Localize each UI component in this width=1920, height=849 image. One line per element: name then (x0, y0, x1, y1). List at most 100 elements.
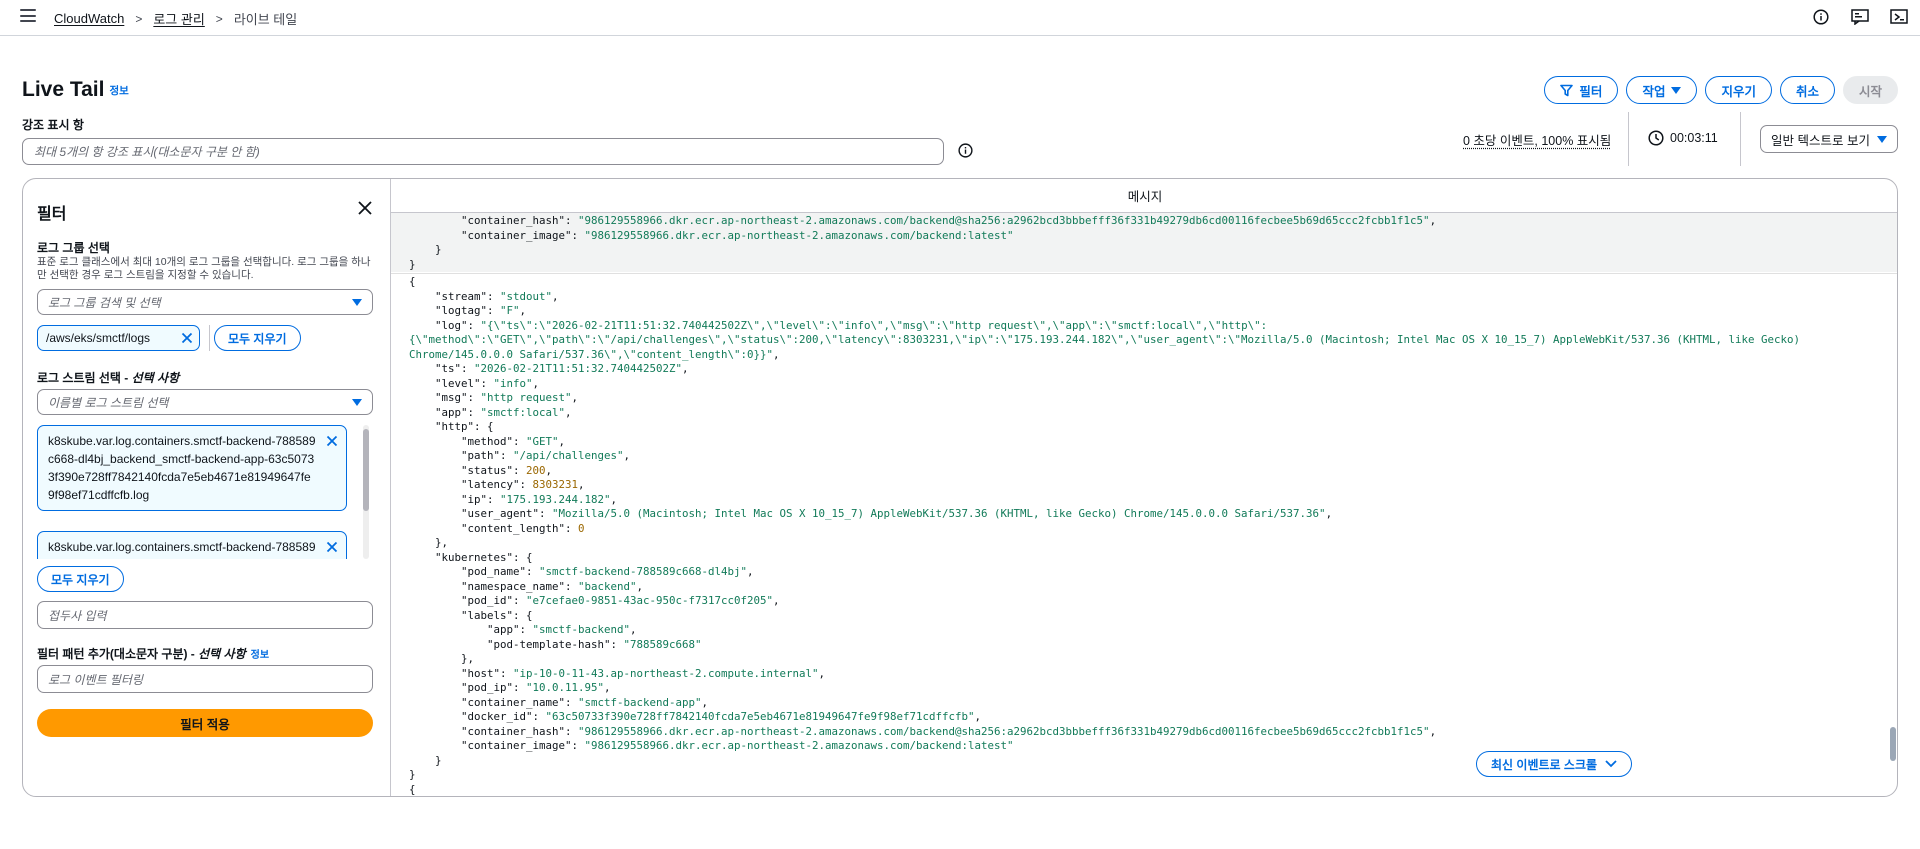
elapsed-timer: 00:03:11 (1648, 130, 1718, 146)
log-value: "/api/challenges" (513, 449, 624, 462)
preferences-icon[interactable] (1890, 8, 1908, 26)
status-divider (1740, 112, 1741, 166)
log-value: "175.193.244.182" (500, 492, 611, 506)
optional-text: 선택 사항 (131, 371, 180, 385)
log-stream-label: 로그 스트림 선택 - 선택 사항 (37, 369, 179, 386)
filter-button-label: 필터 (1579, 84, 1603, 99)
apply-filter-button[interactable]: 필터 적용 (37, 709, 373, 737)
start-button-label: 시작 (1858, 84, 1882, 99)
header-actions: 필터 작업 지우기 취소 시작 (1544, 76, 1898, 104)
filter-button[interactable]: 필터 (1544, 76, 1619, 104)
log-group-placeholder: 로그 그룹 검색 및 선택 (48, 295, 161, 310)
log-pane: 메시지 "container_hash": "986129558966.dkr.… (391, 179, 1897, 796)
info-icon[interactable] (1812, 8, 1830, 26)
log-value: "stdout" (500, 289, 553, 303)
log-value: "info" (493, 376, 533, 390)
highlight-info-icon[interactable] (958, 143, 973, 161)
log-stream-select[interactable]: 이름별 로그 스트림 선택 (37, 389, 373, 415)
selected-stream-token: k8skube.var.log.containers.smctf-backend… (37, 425, 347, 511)
highlight-input[interactable]: 최대 5개의 항 강조 표시(대소문자 구분 안 함) (22, 138, 944, 165)
log-value: "smctf-backend-app" (578, 695, 702, 709)
log-value: "smctf-backend" (532, 623, 631, 636)
scroll-to-latest-label: 최신 이벤트로 스크롤 (1491, 757, 1598, 772)
remove-token-icon[interactable] (326, 540, 338, 553)
highlight-label: 강조 표시 항 (22, 118, 84, 132)
log-group-description: 표준 로그 클래스에서 최대 10개의 로그 그룹을 선택합니다. 로그 그룹을… (37, 256, 371, 281)
top-navigation: CloudWatch > 로그 관리 > 라이브 테일 (0, 0, 1920, 36)
message-column-header: 메시지 (391, 179, 1897, 213)
selected-stream-token: k8skube.var.log.containers.smctf-backend… (37, 531, 347, 559)
log-events: "container_hash": "986129558966.dkr.ecr.… (391, 213, 1897, 796)
caret-down-icon (352, 398, 362, 406)
log-value: "smctf-backend-788589c668-dl4bj" (539, 565, 748, 578)
live-tail-panel: 필터 로그 그룹 선택 표준 로그 클래스에서 최대 10개의 로그 그룹을 선… (22, 178, 1898, 797)
log-group-label: 로그 그룹 선택 (37, 241, 110, 255)
page-title-text: Live Tail (22, 78, 105, 101)
log-value: "GET" (526, 434, 559, 448)
log-scrollbar-thumb[interactable] (1890, 727, 1896, 761)
page-title: Live Tail 정보 (22, 78, 129, 102)
view-mode-select[interactable]: 일반 텍스트로 보기 (1760, 125, 1898, 153)
log-event[interactable]: { "stream": "stdout", "logtag": "F", "lo… (391, 275, 1897, 796)
actions-button[interactable]: 작업 (1626, 76, 1698, 104)
log-value: "backend" (578, 579, 637, 593)
feedback-icon[interactable] (1851, 8, 1869, 26)
log-value: "2026-02-21T11:51:32.740442502Z" (474, 362, 683, 375)
log-value: "http request" (480, 391, 572, 404)
log-value: "10.0.11.95" (526, 681, 605, 694)
title-info-link[interactable]: 정보 (109, 85, 128, 97)
clear-button[interactable]: 지우기 (1705, 76, 1772, 104)
caret-down-icon (1671, 86, 1682, 94)
log-value: 0 (578, 521, 585, 535)
breadcrumb-log-management[interactable]: 로그 관리 (153, 9, 204, 28)
event-divider (391, 273, 1897, 274)
filter-icon (1560, 84, 1574, 96)
log-value: "986129558966.dkr.ecr.ap-northeast-2.ama… (584, 739, 1014, 752)
status-divider (1628, 112, 1629, 166)
streams-scrollbar-thumb[interactable] (363, 429, 369, 511)
selected-log-group: /aws/eks/smctf/logs (46, 331, 151, 345)
clear-all-streams-button[interactable]: 모두 지우기 (37, 566, 124, 592)
log-value: "Mozilla/5.0 (Macintosh; Intel Mac OS X … (552, 507, 1326, 520)
remove-token-icon[interactable] (326, 434, 338, 447)
close-icon[interactable] (357, 200, 373, 216)
events-rate-text[interactable]: 0 초당 이벤트, 100% 표시됨 (1463, 130, 1611, 149)
log-value: "{\"ts\":\"2026-02-21T11:51:32.740442502… (409, 318, 1807, 361)
elapsed-time: 00:03:11 (1670, 131, 1718, 145)
cancel-button[interactable]: 취소 (1779, 76, 1835, 104)
start-button[interactable]: 시작 (1842, 76, 1898, 104)
filter-pattern-placeholder: 로그 이벤트 필터링 (48, 672, 143, 687)
remove-token-icon[interactable] (181, 332, 193, 344)
log-value: "986129558966.dkr.ecr.ap-northeast-2.ama… (584, 228, 1014, 242)
selected-stream-name: k8skube.var.log.containers.smctf-backend… (48, 540, 316, 559)
log-value: 200 (526, 463, 546, 477)
view-mode-value: 일반 텍스트로 보기 (1771, 133, 1870, 148)
log-value: 8303231 (532, 478, 579, 491)
optional-text: 선택 사항 (198, 647, 246, 661)
filter-pattern-label: 필터 패턴 추가(대소문자 구분) - 선택 사항 정보 (37, 645, 269, 662)
filter-pattern-input[interactable]: 로그 이벤트 필터링 (37, 665, 373, 693)
scroll-to-latest-button[interactable]: 최신 이벤트로 스크롤 (1476, 751, 1633, 777)
apply-filter-label: 필터 적용 (180, 717, 230, 732)
clear-all-groups-button[interactable]: 모두 지우기 (214, 325, 301, 351)
breadcrumb-current: 라이브 테일 (233, 12, 298, 27)
log-value: "F" (500, 304, 520, 317)
breadcrumb-cloudwatch[interactable]: CloudWatch (54, 11, 124, 26)
breadcrumb-separator: > (215, 11, 223, 26)
log-group-select[interactable]: 로그 그룹 검색 및 선택 (37, 289, 373, 315)
menu-icon[interactable] (20, 9, 36, 25)
log-event[interactable]: "container_hash": "986129558966.dkr.ecr.… (391, 213, 1897, 272)
filter-pattern-label-text: 필터 패턴 추가(대소문자 구분) - (37, 647, 199, 661)
actions-button-label: 작업 (1642, 84, 1666, 99)
selected-streams-list: k8skube.var.log.containers.smctf-backend… (37, 425, 377, 559)
selected-stream-name: k8skube.var.log.containers.smctf-backend… (48, 434, 316, 502)
log-stream-placeholder: 이름별 로그 스트림 선택 (48, 395, 169, 410)
cancel-button-label: 취소 (1795, 84, 1819, 99)
log-value: "788589c668" (623, 637, 702, 651)
filter-pattern-info-link[interactable]: 정보 (251, 650, 269, 661)
prefix-input[interactable]: 접두사 입력 (37, 601, 373, 629)
log-value: "986129558966.dkr.ecr.ap-northeast-2.ama… (578, 214, 1430, 227)
highlight-placeholder: 최대 5개의 항 강조 표시(대소문자 구분 안 함) (34, 145, 260, 159)
selected-log-group-token: /aws/eks/smctf/logs (37, 325, 200, 351)
log-value: "63c50733f390e728ff7842140fcda7e5eb4671e… (545, 710, 975, 723)
